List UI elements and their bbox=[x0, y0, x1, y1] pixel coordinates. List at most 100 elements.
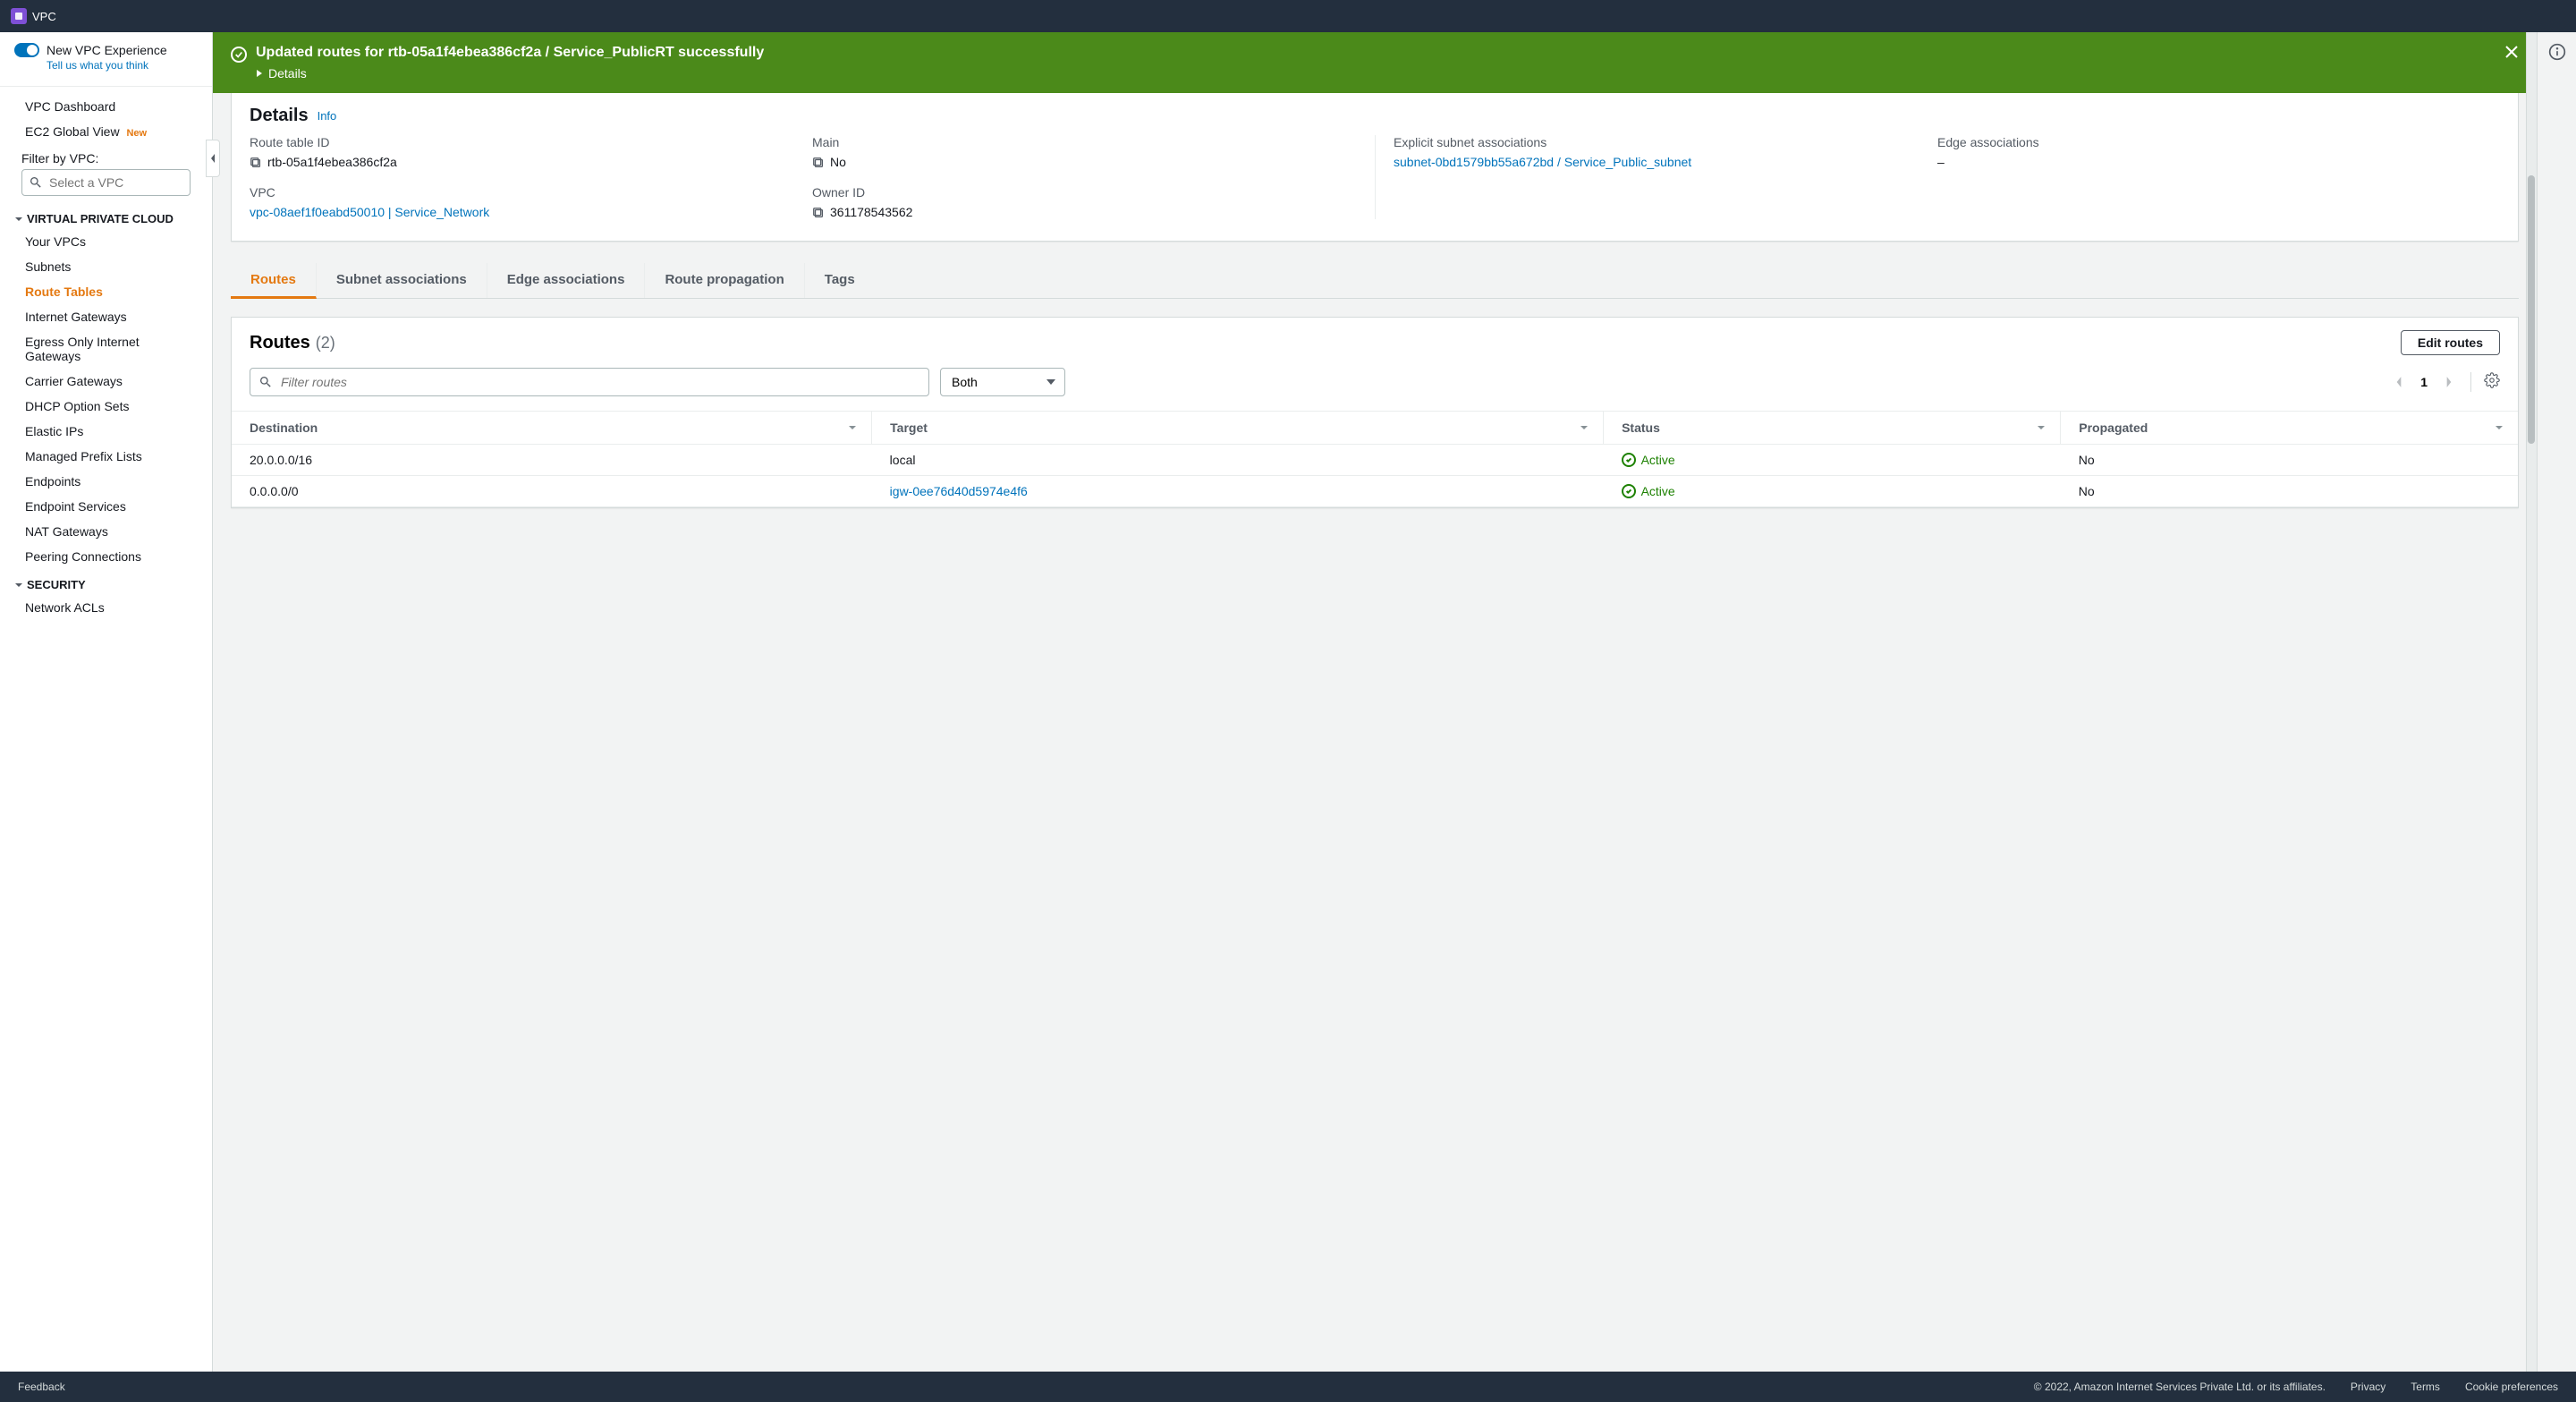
owner-id-label: Owner ID bbox=[812, 185, 1357, 200]
main-value: No bbox=[830, 155, 846, 169]
nav-your-vpcs[interactable]: Your VPCs bbox=[0, 229, 212, 254]
nav-network-acls[interactable]: Network ACLs bbox=[0, 595, 212, 620]
table-header-row: Destination Target Status Propagated bbox=[232, 412, 2518, 445]
routes-table: Destination Target Status Propagated 20.… bbox=[232, 411, 2518, 507]
gear-icon bbox=[2484, 372, 2500, 388]
nav-nat-gateways[interactable]: NAT Gateways bbox=[0, 519, 212, 544]
sort-icon bbox=[2495, 423, 2504, 432]
route-table-id-label: Route table ID bbox=[250, 135, 794, 149]
col-propagated[interactable]: Propagated bbox=[2061, 412, 2518, 445]
vpc-filter bbox=[21, 169, 191, 196]
banner-close-button[interactable] bbox=[2504, 45, 2519, 64]
info-panel-toggle[interactable] bbox=[2537, 32, 2576, 1372]
chevron-down-icon bbox=[14, 215, 23, 224]
nav-endpoint-services[interactable]: Endpoint Services bbox=[0, 494, 212, 519]
cell-destination: 20.0.0.0/16 bbox=[232, 445, 872, 476]
chevron-down-icon bbox=[14, 581, 23, 590]
scrollbar-track[interactable] bbox=[2526, 32, 2537, 1372]
service-name: VPC bbox=[32, 10, 56, 23]
section-security[interactable]: SECURITY bbox=[0, 569, 212, 595]
routes-filter-input[interactable] bbox=[250, 368, 929, 396]
owner-id-value: 361178543562 bbox=[830, 205, 912, 219]
col-status[interactable]: Status bbox=[1604, 412, 2061, 445]
page-number: 1 bbox=[2420, 375, 2428, 389]
feedback-link[interactable]: Feedback bbox=[18, 1381, 65, 1393]
footer-privacy[interactable]: Privacy bbox=[2351, 1381, 2385, 1393]
target-link[interactable]: igw-0ee76d40d5974e4f6 bbox=[890, 484, 1028, 498]
nav-ec2-label: EC2 Global View bbox=[25, 124, 120, 139]
nav-ec2-global-view[interactable]: EC2 Global View New bbox=[0, 119, 212, 144]
edit-routes-button[interactable]: Edit routes bbox=[2401, 330, 2500, 355]
scrollbar-thumb[interactable] bbox=[2528, 175, 2535, 444]
table-row[interactable]: 20.0.0.0/16localActiveNo bbox=[232, 445, 2518, 476]
vpc-filter-input[interactable] bbox=[21, 169, 191, 196]
nav-internet-gateways[interactable]: Internet Gateways bbox=[0, 304, 212, 329]
copy-icon[interactable] bbox=[250, 157, 262, 169]
vpc-label: VPC bbox=[250, 185, 794, 200]
table-row[interactable]: 0.0.0.0/0igw-0ee76d40d5974e4f6ActiveNo bbox=[232, 476, 2518, 507]
nav-elastic-ips[interactable]: Elastic IPs bbox=[0, 419, 212, 444]
info-link[interactable]: Info bbox=[318, 109, 337, 123]
success-check-icon bbox=[231, 47, 247, 63]
nav-egress-only-igw[interactable]: Egress Only Internet Gateways bbox=[0, 329, 212, 369]
info-icon bbox=[2548, 43, 2566, 61]
sort-icon bbox=[2037, 423, 2046, 432]
experience-subtitle[interactable]: Tell us what you think bbox=[47, 59, 198, 72]
tabs: Routes Subnet associations Edge associat… bbox=[231, 263, 2519, 299]
chevron-left-icon bbox=[2394, 376, 2403, 388]
tab-subnet-associations[interactable]: Subnet associations bbox=[317, 263, 487, 298]
tab-edge-associations[interactable]: Edge associations bbox=[487, 263, 646, 298]
search-icon bbox=[29, 175, 43, 190]
experience-toggle[interactable] bbox=[14, 43, 39, 57]
col-destination[interactable]: Destination bbox=[232, 412, 872, 445]
explicit-subnet-label: Explicit subnet associations bbox=[1394, 135, 1919, 149]
copy-icon[interactable] bbox=[812, 157, 825, 169]
sidebar: New VPC Experience Tell us what you thin… bbox=[0, 32, 213, 1372]
edge-assoc-label: Edge associations bbox=[1937, 135, 2482, 149]
tab-routes[interactable]: Routes bbox=[231, 263, 317, 299]
search-icon bbox=[258, 375, 273, 389]
routes-title: Routes bbox=[250, 333, 310, 353]
page-prev-button[interactable] bbox=[2390, 373, 2408, 391]
footer: Feedback © 2022, Amazon Internet Service… bbox=[0, 1372, 2576, 1402]
nav-peering-connections[interactable]: Peering Connections bbox=[0, 544, 212, 569]
banner-details-toggle[interactable]: Details bbox=[256, 66, 2496, 81]
details-card: Details Info Route table ID rtb-05a1f4eb… bbox=[231, 93, 2519, 242]
cell-propagated: No bbox=[2061, 445, 2518, 476]
nav-carrier-gateways[interactable]: Carrier Gateways bbox=[0, 369, 212, 394]
nav-managed-prefix-lists[interactable]: Managed Prefix Lists bbox=[0, 444, 212, 469]
routes-count: (2) bbox=[316, 334, 335, 353]
content-scroll[interactable]: Updated routes for rtb-05a1f4ebea386cf2a… bbox=[213, 32, 2537, 1372]
settings-button[interactable] bbox=[2484, 372, 2500, 393]
success-banner: Updated routes for rtb-05a1f4ebea386cf2a… bbox=[213, 32, 2537, 93]
edge-assoc-value: – bbox=[1937, 155, 2482, 169]
cell-target: igw-0ee76d40d5974e4f6 bbox=[872, 476, 1604, 507]
col-target[interactable]: Target bbox=[872, 412, 1604, 445]
routes-card: Routes (2) Edit routes Both bbox=[231, 317, 2519, 508]
footer-terms[interactable]: Terms bbox=[2411, 1381, 2440, 1393]
chevron-right-icon bbox=[2445, 376, 2453, 388]
cell-status: Active bbox=[1604, 445, 2061, 476]
tabs-container: Routes Subnet associations Edge associat… bbox=[231, 263, 2519, 508]
copy-icon[interactable] bbox=[812, 207, 825, 219]
status-check-icon bbox=[1622, 484, 1636, 498]
nav-subnets[interactable]: Subnets bbox=[0, 254, 212, 279]
tab-route-propagation[interactable]: Route propagation bbox=[645, 263, 804, 298]
footer-cookie[interactable]: Cookie preferences bbox=[2465, 1381, 2558, 1393]
explicit-subnet-link[interactable]: subnet-0bd1579bb55a672bd / Service_Publi… bbox=[1394, 155, 1691, 169]
nav-endpoints[interactable]: Endpoints bbox=[0, 469, 212, 494]
vpc-link[interactable]: vpc-08aef1f0eabd50010 | Service_Network bbox=[250, 205, 489, 219]
cell-status: Active bbox=[1604, 476, 2061, 507]
page-next-button[interactable] bbox=[2440, 373, 2458, 391]
main-area: Updated routes for rtb-05a1f4ebea386cf2a… bbox=[213, 32, 2576, 1372]
filter-label: Filter by VPC: bbox=[0, 144, 212, 169]
close-icon bbox=[2504, 45, 2519, 59]
tab-tags[interactable]: Tags bbox=[805, 263, 875, 298]
view-mode-dropdown[interactable]: Both bbox=[940, 368, 1065, 396]
nav-route-tables[interactable]: Route Tables bbox=[0, 279, 212, 304]
sort-icon bbox=[848, 423, 857, 432]
nav-vpc-dashboard[interactable]: VPC Dashboard bbox=[0, 94, 212, 119]
nav-dhcp-option-sets[interactable]: DHCP Option Sets bbox=[0, 394, 212, 419]
section-virtual-private-cloud[interactable]: VIRTUAL PRIVATE CLOUD bbox=[0, 203, 212, 229]
status-check-icon bbox=[1622, 453, 1636, 467]
